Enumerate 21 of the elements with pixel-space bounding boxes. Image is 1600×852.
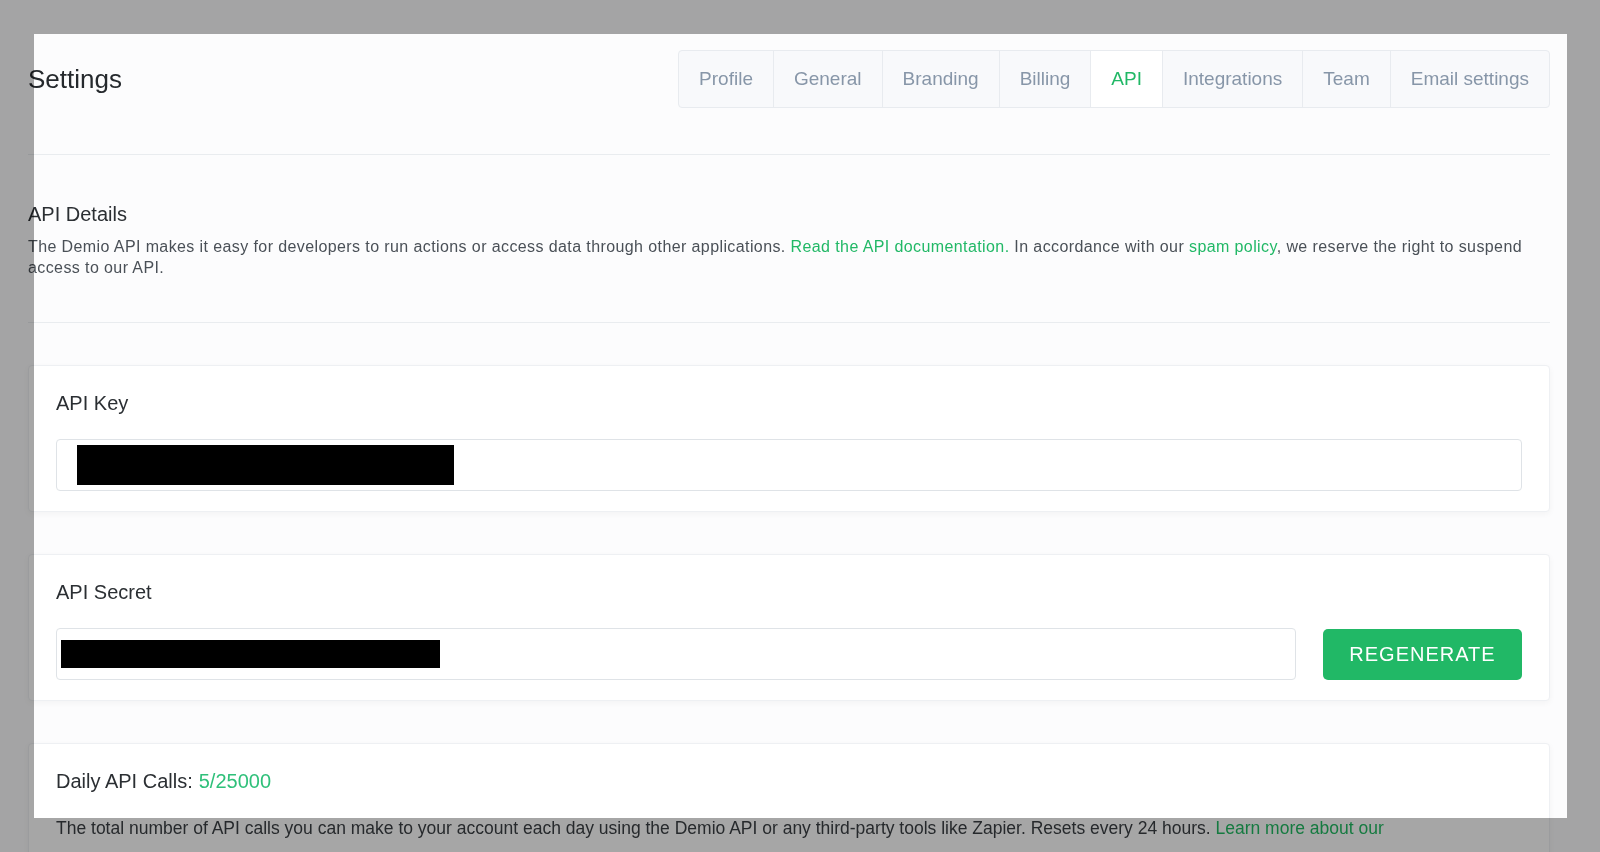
tab[interactable]: Branding [882, 51, 1000, 107]
description-text: The total number of API calls you can make to your account each day using the Demio API or any third-party tools like Zapier. Resets every 24 hours. Learn more about our [56, 818, 1522, 839]
tab[interactable]: General [773, 51, 883, 107]
card-label: API Key [56, 392, 130, 415]
api-secret-field[interactable] [56, 628, 1296, 680]
regenerate-button[interactable]: REGENERATE [1323, 628, 1522, 680]
documentation-link[interactable]: Read the API documentation. [790, 238, 1010, 255]
call-count: 5/25000 [198, 770, 271, 793]
description-text: The Demio API makes it easy for developers to run actions or access data through other applications. Read the API documentation. In accordance with our spam policy, we reserve the right to suspend access to our API. [28, 237, 1523, 278]
api-key-field[interactable] [56, 439, 1522, 491]
section-heading: API Details [28, 203, 128, 226]
tab[interactable]: Integrations [1162, 51, 1304, 107]
card-label: API Secret [56, 581, 153, 604]
spam-policy-link[interactable]: spam policy [1189, 238, 1277, 255]
learn-more-link[interactable]: Learn more about our [1215, 818, 1384, 838]
tab[interactable]: Profile [679, 51, 774, 107]
tab[interactable]: Team [1303, 51, 1391, 107]
tab[interactable]: Email settings [1390, 51, 1549, 107]
tab[interactable]: API [1091, 51, 1163, 107]
card-label: Daily API Calls: [56, 770, 193, 793]
page-title: Settings [28, 63, 122, 95]
